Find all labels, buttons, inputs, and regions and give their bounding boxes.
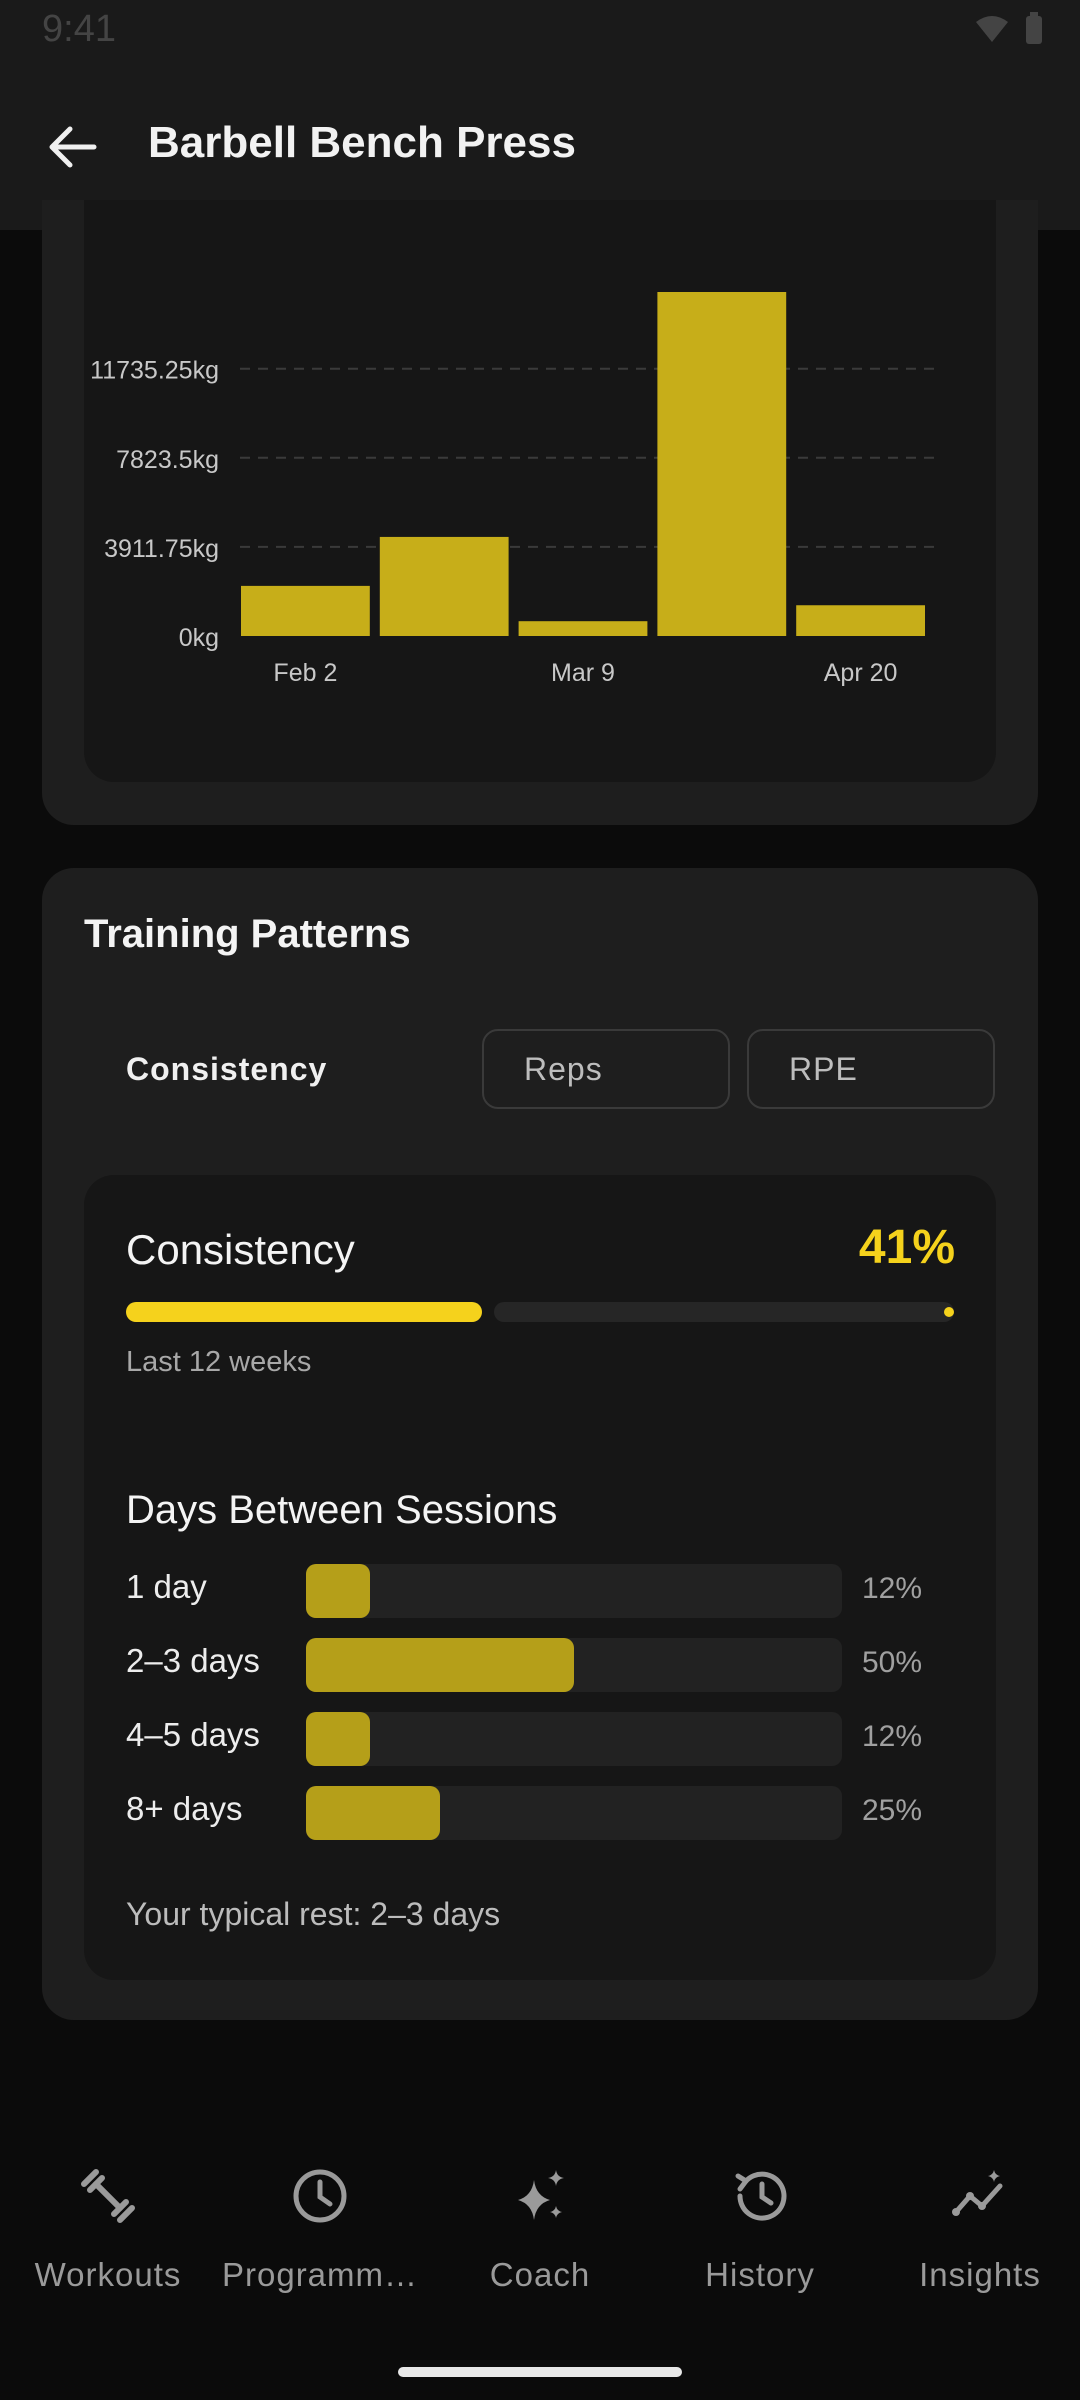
dumbbell-icon [81,2169,135,2223]
x-tick-label: Apr 20 [824,659,898,687]
consistency-progress-remaining [494,1302,954,1322]
nav-label: History [705,2256,815,2293]
typical-rest-text: Your typical rest: 2–3 days [126,1896,501,1932]
nav-item-history[interactable]: History [652,2160,868,2310]
consistency-progress-fill [126,1302,482,1322]
sparkle-icon [518,2170,564,2220]
nav-label: Insights [919,2256,1041,2293]
tab-rpe[interactable]: RPE [747,1029,995,1109]
x-tick-label: Feb 2 [273,659,337,687]
y-tick-label: 7823.5kg [116,446,219,474]
distribution-track [306,1786,842,1840]
status-bar: 9:41 [0,0,1080,60]
distribution-label: 2–3 days [126,1642,260,1679]
distribution-percent: 12% [862,1572,923,1605]
nav-item-programs[interactable]: Programm… [212,2160,428,2310]
volume-bar-chart: 0kg 3911.75kg 7823.5kg 11735.25kg Feb 2 Mar 9… [90,292,934,687]
nav-label: Coach [489,2256,591,2293]
tab-consistency[interactable]: Consistency [84,1029,472,1109]
nav-item-workouts[interactable]: Workouts [0,2160,216,2310]
nav-item-coach[interactable]: Coach [432,2160,648,2310]
distribution-percent: 25% [862,1794,923,1827]
chart-bar [657,292,787,636]
distribution-label: 1 day [126,1568,207,1605]
consistency-subtitle: Last 12 weeks [126,1346,312,1378]
nav-label: Programm… [221,2256,419,2293]
tab-reps[interactable]: Reps [482,1029,730,1109]
distribution-row: 1 day 12% [126,1564,956,1618]
distribution-percent: 50% [862,1646,923,1679]
chart-bar [518,621,648,636]
status-time: 9:41 [42,8,116,50]
distribution-row: 4–5 days 12% [126,1712,956,1766]
chart-bar [241,585,370,636]
y-tick-label: 11735.25kg [90,357,219,385]
status-icons [974,12,1044,46]
distribution-fill [306,1564,371,1618]
distribution-row: 8+ days 25% [126,1786,956,1840]
section-title: Training Patterns [84,912,411,956]
distribution-fill [306,1638,574,1692]
distribution-row: 2–3 days 50% [126,1638,956,1692]
consistency-title: Consistency [126,1226,355,1273]
distribution-track [306,1638,842,1692]
distribution-fill [306,1712,371,1766]
clock-icon [293,2169,347,2223]
wifi-icon [976,16,1008,42]
arrow-left-icon [49,126,97,168]
consistency-percent: 41% [858,1221,955,1274]
distribution-label: 4–5 days [126,1716,260,1753]
distribution-track [306,1712,842,1766]
y-tick-label: 3911.75kg [104,535,219,563]
y-tick-label: 0kg [179,624,219,652]
progress-end-dot [944,1307,954,1317]
distribution-percent: 12% [862,1720,923,1753]
chart-bar [796,605,925,636]
back-button[interactable] [44,122,104,172]
nav-label: Workouts [34,2256,182,2293]
distribution-fill [306,1786,440,1840]
distribution-label: 8+ days [126,1790,243,1827]
nav-item-insights[interactable]: Insights [872,2160,1080,2310]
battery-icon [1026,12,1042,44]
home-indicator [398,2367,682,2377]
history-icon [735,2171,787,2221]
page-title: Barbell Bench Press [148,118,576,167]
chart-bar [379,536,509,636]
distribution-track [306,1564,842,1618]
insights-icon [952,2170,1003,2216]
consistency-progress-bar [126,1302,954,1322]
x-tick-label: Mar 9 [551,659,615,687]
days-between-title: Days Between Sessions [126,1488,558,1532]
